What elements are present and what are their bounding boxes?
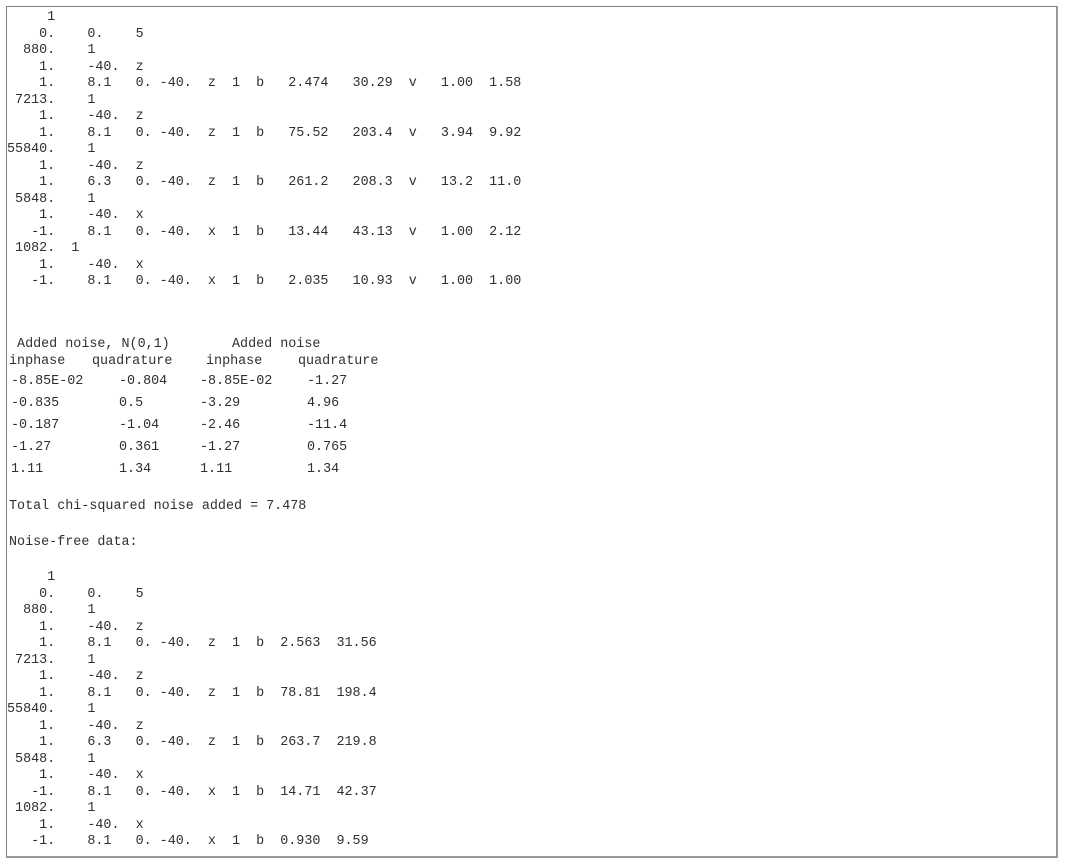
data-line: 1. -40. z: [7, 109, 144, 124]
table-row: -0.187 -1.04 -2.46 -11.4: [7, 418, 427, 440]
cell-inphase-2: -1.27: [200, 440, 241, 455]
cell-quadrature-2: -11.4: [307, 418, 348, 433]
cell-inphase-1: -0.835: [11, 396, 60, 411]
data-line: 1. 6.3 0. -40. z 1 b 263.7 219.8: [7, 735, 377, 750]
data-line: 880. 1: [7, 603, 96, 618]
cell-quadrature-2: 0.765: [307, 440, 348, 455]
data-line: 7213. 1: [7, 652, 96, 668]
header-inphase-2: inphase: [206, 354, 263, 369]
data-line: 1. -40. z: [7, 619, 144, 635]
data-line: 1: [7, 570, 56, 585]
cell-inphase-2: 1.11: [200, 462, 233, 477]
table-row: -1.27 0.361 -1.27 0.765: [7, 440, 427, 462]
data-line: 1. 6.3 0. -40. z 1 b 261.2 208.3 v 13.2 …: [7, 175, 522, 190]
data-line: 1. 8.1 0. -40. z 1 b 75.52 203.4 v 3.94 …: [7, 125, 522, 141]
cell-quadrature-1: -1.04: [119, 418, 160, 433]
data-line: 55840. 1: [7, 142, 96, 157]
data-line: 1. 8.1 0. -40. z 1 b 2.563 31.56: [7, 636, 377, 651]
data-line: -1. 8.1 0. -40. x 1 b 0.930 9.59: [7, 834, 369, 849]
data-line: 0. 0. 5: [7, 586, 144, 602]
data-line: 1082. 1: [7, 801, 96, 816]
cell-inphase-1: -8.85E-02: [11, 374, 84, 389]
cell-quadrature-1: 1.34: [119, 462, 152, 477]
cell-inphase-2: -2.46: [200, 418, 241, 433]
data-line: 0. 0. 5: [7, 26, 144, 42]
cell-quadrature-1: 0.5: [119, 396, 144, 411]
data-line: 1. -40. z: [7, 718, 144, 734]
data-line: 1082. 1: [7, 241, 80, 256]
noisy-data-block: 1 0. 0. 5 880. 1 1. -40. z 1. 8.1 0. -40…: [7, 10, 521, 291]
data-line: 1. -40. x: [7, 817, 144, 833]
data-line: 1. -40. x: [7, 768, 144, 783]
data-line: 5848. 1: [7, 191, 96, 207]
chi-squared-total: Total chi-squared noise added = 7.478: [9, 499, 307, 514]
cell-quadrature-1: 0.361: [119, 440, 160, 455]
data-line: 880. 1: [7, 43, 96, 58]
cell-quadrature-2: -1.27: [307, 374, 348, 389]
data-line: 5848. 1: [7, 751, 96, 767]
table-row: -0.835 0.5 -3.29 4.96: [7, 396, 427, 418]
data-line: 1. -40. z: [7, 158, 144, 174]
data-line: 1. 8.1 0. -40. z 1 b 2.474 30.29 v 1.00 …: [7, 76, 522, 91]
cell-inphase-2: -8.85E-02: [200, 374, 273, 389]
data-line: 1. -40. z: [7, 59, 144, 75]
data-line: -1. 8.1 0. -40. x 1 b 14.71 42.37: [7, 784, 377, 800]
data-line: 1. -40. z: [7, 669, 144, 684]
noise-free-data-block: 1 0. 0. 5 880. 1 1. -40. z 1. 8.1 0. -40…: [7, 570, 377, 851]
added-noise-table: Added noise, N(0,1) Added noise inphase …: [7, 337, 507, 487]
cell-quadrature-1: -0.804: [119, 374, 168, 389]
header-quadrature-1: quadrature: [92, 354, 173, 369]
data-line: 1: [7, 10, 56, 25]
table-row: 1.11 1.34 1.11 1.34: [7, 462, 427, 484]
table-row: -8.85E-02 -0.804 -8.85E-02 -1.27: [7, 374, 427, 396]
cell-quadrature-2: 1.34: [307, 462, 340, 477]
data-line: -1. 8.1 0. -40. x 1 b 2.035 10.93 v 1.00…: [7, 274, 522, 289]
noise-title-left: Added noise, N(0,1): [9, 337, 170, 352]
header-quadrature-2: quadrature: [298, 354, 379, 369]
data-line: 1. -40. x: [7, 257, 144, 273]
data-line: 1. 8.1 0. -40. z 1 b 78.81 198.4: [7, 685, 377, 701]
cell-inphase-1: -0.187: [11, 418, 60, 433]
noise-free-label: Noise-free data:: [9, 535, 138, 550]
noise-title-right: Added noise: [232, 337, 321, 352]
data-line: -1. 8.1 0. -40. x 1 b 13.44 43.13 v 1.00…: [7, 224, 522, 240]
cell-quadrature-2: 4.96: [307, 396, 340, 411]
cell-inphase-1: 1.11: [11, 462, 44, 477]
header-inphase-1: inphase: [9, 354, 66, 369]
cell-inphase-1: -1.27: [11, 440, 52, 455]
data-line: 1. -40. x: [7, 208, 144, 223]
data-line: 7213. 1: [7, 92, 96, 108]
data-line: 55840. 1: [7, 702, 96, 717]
output-text-panel: 1 0. 0. 5 880. 1 1. -40. z 1. 8.1 0. -40…: [6, 6, 1058, 858]
cell-inphase-2: -3.29: [200, 396, 241, 411]
